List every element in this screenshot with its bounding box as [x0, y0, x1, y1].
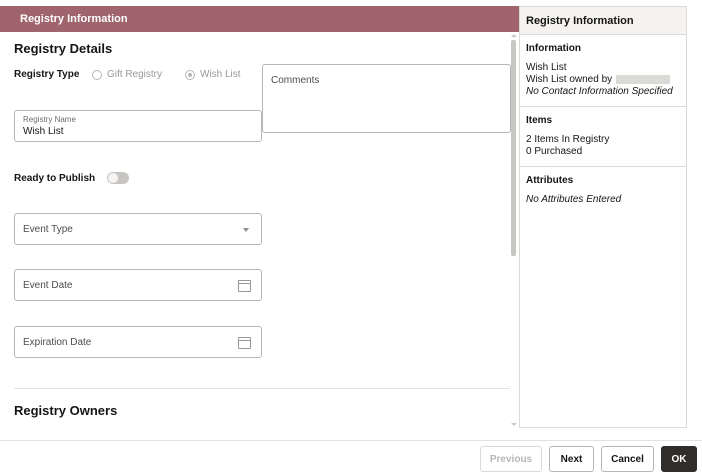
previous-button[interactable]: Previous [480, 446, 542, 472]
radio-gift-registry-label: Gift Registry [107, 69, 163, 80]
information-line-name: Wish List [526, 62, 567, 73]
calendar-icon[interactable] [238, 337, 251, 349]
attributes-title: Attributes [526, 175, 574, 186]
cancel-button[interactable]: Cancel [601, 446, 654, 472]
registry-details-heading: Registry Details [14, 41, 113, 56]
registry-name-label: Registry Name [23, 115, 76, 124]
attributes-section: Attributes No Attributes Entered [520, 167, 686, 214]
scrollbar-thumb[interactable] [511, 40, 516, 256]
registry-name-value: Wish List [23, 126, 64, 137]
event-date-label: Event Date [23, 280, 73, 291]
expiration-date-field[interactable]: Expiration Date [14, 326, 262, 358]
registry-name-field[interactable]: Registry Name Wish List [14, 110, 262, 142]
radio-gift-registry[interactable]: Gift Registry [92, 69, 162, 80]
main-form: Registry Information Registry Details Re… [0, 0, 520, 440]
owner-text: Wish List owned by [526, 74, 613, 85]
scroll-up-icon[interactable] [511, 34, 517, 37]
ready-to-publish-toggle[interactable] [107, 172, 129, 184]
event-type-label: Event Type [23, 224, 73, 235]
chevron-down-icon[interactable] [243, 228, 249, 232]
items-purchased: 0 Purchased [526, 146, 583, 157]
radio-wish-list[interactable]: Wish List [185, 69, 241, 80]
information-line-owner: Wish List owned by [526, 74, 680, 86]
items-count: 2 Items In Registry [526, 134, 610, 145]
main-scrollbar[interactable] [510, 34, 517, 426]
information-line-contact: No Contact Information Specified [526, 86, 673, 97]
dialog-title: Registry Information [20, 13, 128, 25]
comments-label: Comments [271, 75, 320, 86]
side-panel-title: Registry Information [520, 7, 686, 35]
scroll-down-icon[interactable] [511, 423, 517, 426]
dialog-title-bar: Registry Information [0, 6, 519, 32]
expiration-date-label: Expiration Date [23, 337, 92, 348]
items-section: Items 2 Items In Registry 0 Purchased [520, 107, 686, 167]
items-title: Items [526, 115, 553, 126]
ready-to-publish-label: Ready to Publish [14, 173, 96, 184]
redacted-owner [616, 74, 671, 84]
dialog-footer: Previous Next Cancel OK [0, 440, 702, 474]
event-date-field[interactable]: Event Date [14, 269, 262, 301]
radio-wish-list-label: Wish List [200, 69, 241, 80]
comments-textarea[interactable]: Comments [262, 64, 511, 133]
attributes-empty: No Attributes Entered [526, 194, 622, 205]
registry-type-label: Registry Type [14, 69, 80, 80]
calendar-icon[interactable] [238, 280, 251, 292]
ok-button[interactable]: OK [661, 446, 697, 472]
radio-selected-icon [185, 69, 195, 80]
next-button[interactable]: Next [549, 446, 594, 472]
registry-info-panel: Registry Information Information Wish Li… [519, 6, 687, 428]
radio-circle-icon [92, 69, 102, 80]
registry-owners-heading: Registry Owners [14, 403, 118, 418]
section-divider [14, 388, 510, 389]
information-section: Information Wish List Wish List owned by… [520, 35, 686, 107]
information-title: Information [526, 43, 581, 54]
event-type-select[interactable]: Event Type [14, 213, 262, 245]
